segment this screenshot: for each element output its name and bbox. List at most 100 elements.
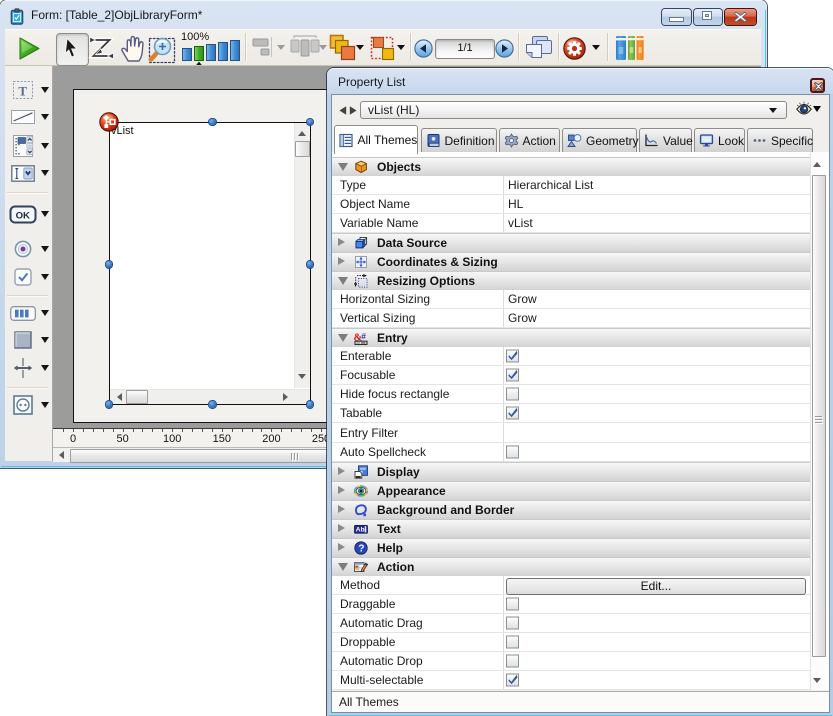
checkbox-unchecked[interactable] bbox=[506, 598, 519, 611]
tab-specific[interactable]: Specific bbox=[747, 128, 813, 152]
button-grid-tool-dropdown-icon[interactable] bbox=[41, 310, 49, 316]
maximize-button[interactable] bbox=[694, 9, 722, 25]
property-row[interactable]: Coordinates & Sizing bbox=[332, 252, 810, 272]
triangle-collapsed-icon[interactable] bbox=[338, 467, 345, 475]
method-edit-button[interactable]: Edit... bbox=[506, 578, 806, 595]
selection-handle[interactable] bbox=[307, 401, 314, 408]
selection-handle[interactable] bbox=[307, 119, 314, 126]
tab-action[interactable]: Action bbox=[499, 128, 561, 152]
previous-page-button[interactable] bbox=[414, 39, 433, 58]
input-field-tool[interactable] bbox=[9, 159, 37, 187]
vlist-vscroll-thumb[interactable] bbox=[295, 141, 310, 157]
checkbox-checked[interactable] bbox=[506, 407, 519, 420]
vlist-scroll-left-icon[interactable] bbox=[117, 393, 122, 401]
scroll-up-icon[interactable] bbox=[813, 162, 821, 167]
close-button[interactable] bbox=[725, 9, 756, 25]
radio-button-tool[interactable] bbox=[9, 235, 37, 263]
line-tool-dropdown-icon[interactable] bbox=[41, 114, 49, 120]
property-row[interactable]: Action bbox=[332, 557, 810, 577]
plugin-area-tool[interactable] bbox=[9, 391, 37, 419]
canvas-scroll-left-icon[interactable] bbox=[59, 451, 64, 459]
checkbox-checked[interactable] bbox=[506, 350, 519, 363]
checkbox-unchecked[interactable] bbox=[506, 445, 519, 458]
form-pages-button[interactable] bbox=[524, 36, 554, 62]
plugin-area-tool-dropdown-icon[interactable] bbox=[41, 402, 49, 408]
layering-dropdown-icon[interactable] bbox=[356, 45, 364, 50]
group-dropdown-icon[interactable] bbox=[397, 45, 405, 50]
next-page-button[interactable] bbox=[495, 39, 514, 58]
tab-all-themes[interactable]: All Themes bbox=[334, 125, 418, 154]
vlist-scroll-up-icon[interactable] bbox=[298, 131, 306, 136]
selection-handle[interactable] bbox=[209, 119, 216, 126]
text-tool-dropdown-icon[interactable] bbox=[41, 87, 49, 93]
tab-order-tool[interactable] bbox=[88, 35, 114, 62]
zoom-bars-widget[interactable] bbox=[182, 40, 244, 65]
property-row[interactable]: Background and Border bbox=[332, 500, 810, 520]
splitter-tool-dropdown-icon[interactable] bbox=[41, 365, 49, 371]
property-value[interactable]: Grow bbox=[508, 311, 537, 325]
button-tool-dropdown-icon[interactable] bbox=[41, 211, 49, 217]
object-selector-combo[interactable]: vList (HL) bbox=[360, 101, 787, 119]
library-button[interactable] bbox=[615, 35, 644, 61]
execute-form-button[interactable] bbox=[16, 36, 42, 61]
rectangle-tool[interactable] bbox=[9, 326, 37, 354]
listbox-tool[interactable] bbox=[9, 132, 37, 160]
property-scroll-thumb[interactable] bbox=[812, 175, 826, 657]
selection-handle[interactable] bbox=[307, 261, 314, 268]
minimize-button[interactable] bbox=[662, 9, 691, 25]
vlist-scroll-right-icon[interactable] bbox=[283, 393, 288, 401]
tab-value[interactable]: Value bbox=[639, 128, 692, 152]
pointer-tool-button[interactable] bbox=[56, 33, 89, 66]
property-row[interactable]: Resizing Options bbox=[332, 271, 810, 291]
triangle-expanded-icon[interactable] bbox=[338, 277, 348, 285]
triangle-collapsed-icon[interactable] bbox=[338, 524, 345, 532]
checkbox-unchecked[interactable] bbox=[506, 617, 519, 630]
property-value[interactable]: vList bbox=[508, 216, 533, 230]
triangle-expanded-icon[interactable] bbox=[338, 563, 348, 571]
scroll-down-icon[interactable] bbox=[813, 678, 821, 683]
triangle-collapsed-icon[interactable] bbox=[338, 505, 345, 513]
property-row[interactable]: Appearance bbox=[332, 481, 810, 501]
checkbox-checked[interactable] bbox=[506, 369, 519, 382]
selection-handle[interactable] bbox=[106, 401, 113, 408]
checkbox-checked[interactable] bbox=[506, 674, 519, 687]
tab-geometry[interactable]: Geometry bbox=[562, 128, 637, 152]
tab-definition[interactable]: Definition bbox=[421, 128, 497, 152]
rectangle-tool-dropdown-icon[interactable] bbox=[41, 337, 49, 343]
radio-button-tool-dropdown-icon[interactable] bbox=[41, 246, 49, 252]
vlist-hscroll-thumb[interactable] bbox=[126, 390, 148, 404]
property-value[interactable]: Hierarchical List bbox=[508, 178, 593, 192]
gear-dropdown-icon[interactable] bbox=[592, 45, 600, 50]
vlist-scroll-down-icon[interactable] bbox=[298, 374, 306, 379]
property-row[interactable]: Objects bbox=[332, 157, 810, 177]
property-value[interactable]: Grow bbox=[508, 292, 537, 306]
property-close-button[interactable] bbox=[810, 78, 825, 93]
splitter-tool[interactable] bbox=[9, 354, 37, 382]
property-row[interactable]: &#Entry bbox=[332, 328, 810, 348]
triangle-expanded-icon[interactable] bbox=[338, 163, 348, 171]
checkbox-unchecked[interactable] bbox=[506, 636, 519, 649]
selection-handle[interactable] bbox=[209, 401, 216, 408]
text-tool[interactable]: T bbox=[9, 76, 37, 104]
triangle-collapsed-icon[interactable] bbox=[338, 238, 345, 246]
property-value[interactable]: HL bbox=[508, 197, 523, 211]
layering-tool[interactable] bbox=[329, 34, 357, 62]
input-field-tool-dropdown-icon[interactable] bbox=[41, 170, 49, 176]
checkbox-unchecked[interactable] bbox=[506, 655, 519, 668]
checkbox-tool[interactable] bbox=[9, 263, 37, 291]
checkbox-unchecked[interactable] bbox=[506, 388, 519, 401]
form-properties-gear-button[interactable] bbox=[563, 37, 586, 60]
button-tool[interactable]: OK bbox=[9, 200, 37, 228]
selection-handle[interactable] bbox=[106, 261, 113, 268]
property-row[interactable]: ?Help bbox=[332, 538, 810, 558]
vlist-vscrollbar[interactable] bbox=[294, 123, 310, 388]
triangle-collapsed-icon[interactable] bbox=[338, 486, 345, 494]
vlist-object[interactable]: vList bbox=[109, 122, 311, 405]
eye-dropdown-icon[interactable] bbox=[813, 106, 821, 112]
eye-icon[interactable] bbox=[796, 101, 812, 116]
triangle-collapsed-icon[interactable] bbox=[338, 543, 345, 551]
property-vscrollbar[interactable] bbox=[810, 152, 825, 690]
triangle-expanded-icon[interactable] bbox=[338, 334, 348, 342]
object-nav-arrows[interactable] bbox=[339, 106, 357, 115]
zoom-tool[interactable] bbox=[143, 34, 177, 64]
